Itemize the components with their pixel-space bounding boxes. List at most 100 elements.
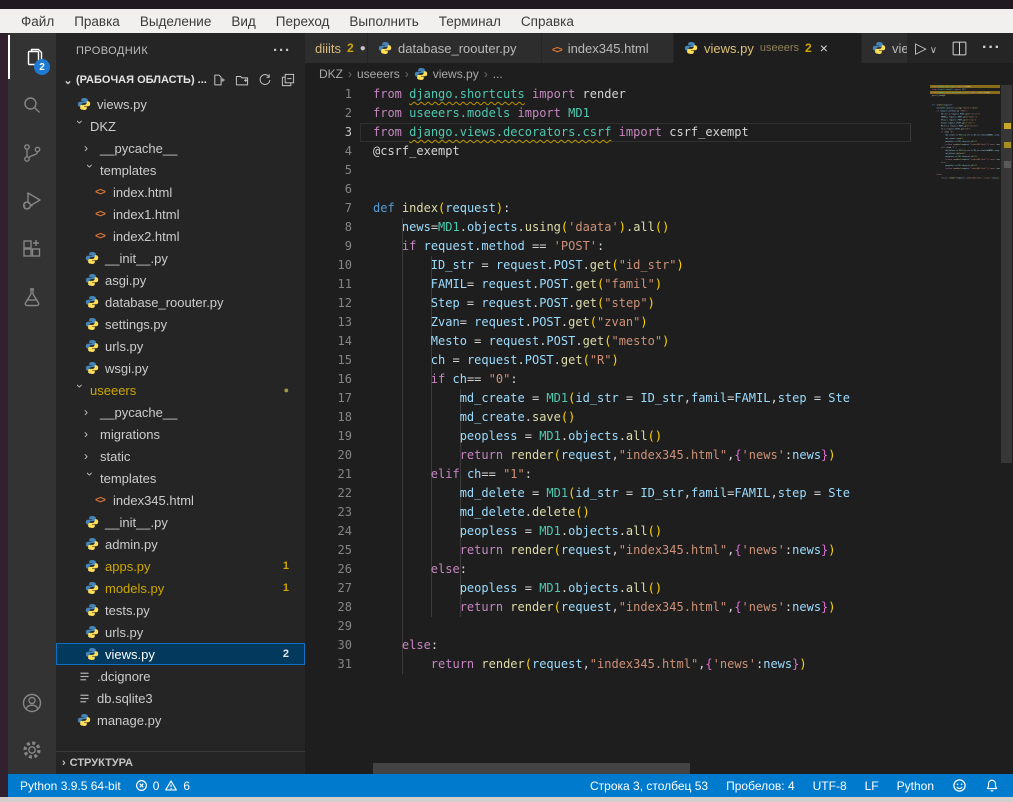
breadcrumb[interactable]: DKZ›useeers›views.py›... [305,63,1013,85]
menu-item[interactable]: Выполнить [340,12,427,31]
line-number: 13 [305,313,352,332]
menu-item[interactable]: Переход [267,12,339,31]
menu-item[interactable]: Справка [512,12,583,31]
tree-item--pycache-[interactable]: ›__pycache__ [56,137,305,159]
workspace-section-header[interactable]: ⌄ (РАБОЧАЯ ОБЛАСТЬ) ... [56,68,305,92]
breadcrumb-item[interactable]: useeers [357,67,400,81]
error-icon [135,779,148,792]
tree-item-index2-html[interactable]: <>index2.html [56,225,305,247]
tab-database-roouter-py[interactable]: database_roouter.py [368,33,542,63]
outline-section-header[interactable]: › СТРУКТУРА [56,751,305,773]
tab-close-icon[interactable]: × [820,40,828,56]
tree-item-tests-py[interactable]: tests.py [56,599,305,621]
code-line-2: 2from useeers.models import MD1 [305,104,930,123]
indentation-item[interactable]: Пробелов: 4 [726,779,795,793]
tree-item-asgi-py[interactable]: asgi.py [56,269,305,291]
tree-item--pycache-[interactable]: ›__pycache__ [56,401,305,423]
more-actions-icon[interactable]: ··· [982,39,1001,57]
testing-icon[interactable] [8,275,56,319]
activity-bar: 2 [8,33,56,774]
code-viewport[interactable]: 1from django.shortcuts import render2fro… [305,85,930,763]
tree-item-index345-html[interactable]: <>index345.html [56,489,305,511]
tab-index345-html[interactable]: <>index345.html [542,33,674,63]
workspace-label: (РАБОЧАЯ ОБЛАСТЬ) ... [76,74,212,86]
tree-item-migrations[interactable]: ›migrations [56,423,305,445]
py-file-icon [84,625,100,639]
extensions-icon[interactable] [8,227,56,271]
tree-item-templates[interactable]: ›templates [56,467,305,489]
menu-item[interactable]: Выделение [131,12,221,31]
tree-item-views-py[interactable]: views.py2 [56,643,305,665]
code-line-10: 10 ID_str = request.POST.get("id_str") [305,256,930,275]
account-icon[interactable] [8,681,56,725]
main-area: 2 ПРОВОДНИК ··· ⌄ (РАБОЧАЯ ОБЛАСТЬ) ... … [0,33,1013,774]
tab-vie[interactable]: vie [862,33,908,63]
tree-item--init-py[interactable]: __init__.py [56,247,305,269]
breadcrumb-item[interactable]: views.py [433,67,479,81]
line-number: 17 [305,389,352,408]
eol-item[interactable]: LF [865,779,879,793]
tree-item-settings-py[interactable]: settings.py [56,313,305,335]
tree-item-index-html[interactable]: <>index.html [56,181,305,203]
tree-item-db-sqlite3[interactable]: db.sqlite3 [56,687,305,709]
tree-item-useeers[interactable]: ›useeers● [56,379,305,401]
search-icon[interactable] [8,83,56,127]
line-number: 6 [305,180,352,199]
explorer-more-actions-icon[interactable]: ··· [273,42,291,59]
breadcrumb-item[interactable]: DKZ [319,67,343,81]
py-file-icon [84,647,100,661]
run-button[interactable]: ▷∨ [915,39,937,57]
problems-item[interactable]: 0 6 [135,779,190,793]
menu-item[interactable]: Вид [222,12,264,31]
error-count: 0 [153,779,160,793]
tab-modified-dot: ● [360,43,366,54]
tree-item-static[interactable]: ›static [56,445,305,467]
tree-item-urls-py[interactable]: urls.py [56,335,305,357]
tree-item-urls-py[interactable]: urls.py [56,621,305,643]
tree-item--dcignore[interactable]: .dcignore [56,665,305,687]
line-number: 9 [305,237,352,256]
new-file-icon[interactable] [212,73,226,87]
tab-diiits[interactable]: diiits2● [305,33,368,63]
tree-item-DKZ[interactable]: ›DKZ [56,115,305,137]
horizontal-scrollbar-thumb[interactable] [373,763,690,774]
tree-item-models-py[interactable]: models.py1 [56,577,305,599]
run-debug-icon[interactable] [8,179,56,223]
chevron-down-icon: › [83,472,97,484]
tab-description: useeers [760,42,799,54]
minimap[interactable]: from django.shortcuts import renderfrom … [930,85,1000,585]
tree-item-admin-py[interactable]: admin.py [56,533,305,555]
new-folder-icon[interactable] [235,73,249,87]
cursor-position-item[interactable]: Строка 3, столбец 53 [590,779,708,793]
language-mode-item[interactable]: Python [897,779,934,793]
menu-item[interactable]: Правка [65,12,129,31]
tree-item-views-py[interactable]: views.py [56,93,305,115]
notifications-bell-icon[interactable] [985,778,999,793]
feedback-icon[interactable] [952,778,967,793]
source-control-icon[interactable] [8,131,56,175]
tab-label: vie [892,41,908,56]
tree-item--init-py[interactable]: __init__.py [56,511,305,533]
files-icon[interactable]: 2 [8,35,56,79]
breadcrumb-separator: › [405,67,409,81]
tab-views-py[interactable]: views.pyuseeers2× [674,33,862,63]
python-interpreter-item[interactable]: Python 3.9.5 64-bit [20,779,121,793]
code-line-17: 17 md_create = MD1(id_str = ID_str,famil… [305,389,930,408]
tree-item-label: urls.py [105,339,143,354]
tree-item-manage-py[interactable]: manage.py [56,709,305,731]
tree-item-templates[interactable]: ›templates [56,159,305,181]
tree-item-index1-html[interactable]: <>index1.html [56,203,305,225]
tree-item-label: templates [100,163,156,178]
encoding-item[interactable]: UTF-8 [813,779,847,793]
menu-item[interactable]: Файл [12,12,63,31]
menu-item[interactable]: Терминал [430,12,510,31]
tree-item-database-roouter-py[interactable]: database_roouter.py [56,291,305,313]
vertical-scrollbar[interactable] [1000,85,1013,763]
split-editor-icon[interactable] [951,40,968,57]
breadcrumb-item[interactable]: ... [493,67,503,81]
refresh-icon[interactable] [258,73,272,87]
tree-item-wsgi-py[interactable]: wsgi.py [56,357,305,379]
settings-gear-icon[interactable] [8,728,56,772]
tree-item-apps-py[interactable]: apps.py1 [56,555,305,577]
collapse-all-icon[interactable] [281,73,295,87]
